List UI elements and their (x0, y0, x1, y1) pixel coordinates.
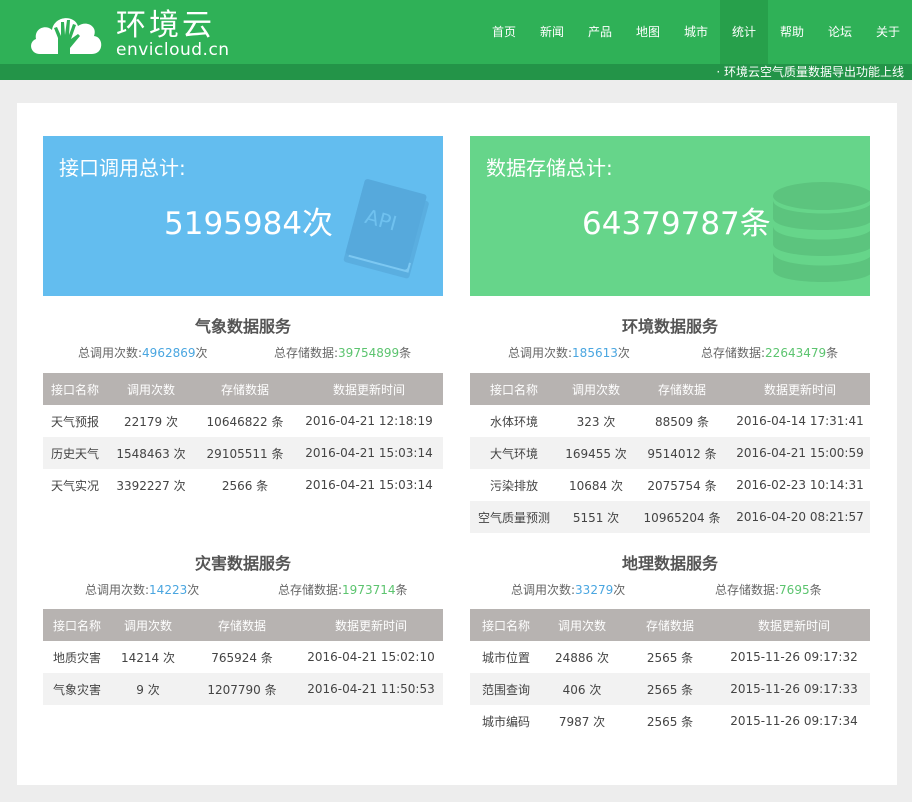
table-row: 历史天气 1548463 次 29105511 条 2016-04-21 15:03:… (43, 437, 443, 469)
environment-table: 接口名称 调用次数 存储数据 数据更新时间 水体环境 323 次 88509 条 20… (470, 373, 870, 533)
cloud-hand-logo-icon (31, 18, 102, 54)
col-header-storage: 存储数据 (634, 373, 730, 405)
col-header-name: 接口名称 (470, 373, 558, 405)
ticker-text[interactable]: · 环境云空气质量数据导出功能上线 (716, 64, 904, 80)
disaster-table: 接口名称 调用次数 存储数据 数据更新时间 地质灾害 14214 次 765924 … (43, 609, 443, 705)
nav-item-map[interactable]: 地图 (624, 0, 672, 66)
table-row: 城市编码 7987 次 2565 条 2015-11-26 09:17:34 (481, 714, 858, 729)
geography-table: 接口名称 调用次数 存储数据 数据更新时间 城市位置 24886 次 2565 条2… (470, 609, 870, 737)
weather-total-storage: 总存储数据:39754899条 (274, 346, 412, 360)
database-icon (773, 182, 870, 282)
col-header-updated: 数据更新时间 (730, 373, 870, 405)
main-nav: 首页 新闻 产品 地图 城市 统计 帮助 论坛 关于 (480, 0, 912, 66)
nav-item-help[interactable]: 帮助 (768, 0, 816, 66)
table-row: 地质灾害 14214 次 765924 条 2016-04-21 15:02:10 (52, 650, 435, 665)
table-header-row: 接口名称 调用次数 存储数据 数据更新时间 (43, 609, 443, 641)
api-calls-card: API 接口调用总计: 5195984次 (43, 136, 443, 296)
brand-name: 环境云 (116, 8, 215, 43)
environment-total-calls: 总调用次数:185613次 (508, 346, 630, 360)
table-row: 空气质量预测 5151 次 10965204 条 2016-04-20 08:21:5… (470, 501, 870, 533)
book-api-icon: API (343, 179, 429, 279)
col-header-storage: 存储数据 (195, 373, 295, 405)
col-header-calls: 调用次数 (107, 373, 195, 405)
disaster-total-calls: 总调用次数:14223次 (85, 583, 200, 597)
col-header-updated: 数据更新时间 (299, 609, 443, 641)
nav-item-home[interactable]: 首页 (480, 0, 528, 66)
col-header-name: 接口名称 (470, 609, 542, 641)
brand-domain: envicloud.cn (116, 40, 230, 60)
nav-item-stats[interactable]: 统计 (720, 0, 768, 66)
geography-total-storage: 总存储数据:7695条 (715, 583, 822, 597)
col-header-calls: 调用次数 (111, 609, 185, 641)
col-header-name: 接口名称 (43, 609, 111, 641)
col-header-updated: 数据更新时间 (718, 609, 870, 641)
col-header-calls: 调用次数 (558, 373, 634, 405)
table-row: 城市位置 24886 次 2565 条 2015-11-26 09:17:32 (481, 650, 858, 665)
col-header-name: 接口名称 (43, 373, 107, 405)
table-row: 天气预报 22179 次 10646822 条 2016-04-21 12:18:19 (50, 414, 433, 429)
nav-item-news[interactable]: 新闻 (528, 0, 576, 66)
api-calls-label: 接口调用总计: (59, 156, 186, 180)
nav-item-forum[interactable]: 论坛 (816, 0, 864, 66)
table-row: 天气实况 3392227 次 2566 条 2016-04-21 15:03:14 (50, 478, 433, 493)
data-storage-card: 数据存储总计: 64379787条 (470, 136, 870, 296)
disaster-total-storage: 总存储数据:1973714条 (278, 583, 408, 597)
nav-item-products[interactable]: 产品 (576, 0, 624, 66)
col-header-storage: 存储数据 (185, 609, 299, 641)
table-header-row: 接口名称 调用次数 存储数据 数据更新时间 (43, 373, 443, 405)
col-header-calls: 调用次数 (542, 609, 622, 641)
storage-value: 64379787条 (582, 206, 771, 242)
weather-total-calls: 总调用次数:4962869次 (78, 346, 208, 360)
table-row: 范围查询 406 次 2565 条 2015-11-26 09:17:33 (470, 673, 870, 705)
table-row: 大气环境 169455 次 9514012 条 2016-04-21 15:00:59 (470, 437, 870, 469)
site-logo[interactable]: 环境云 envicloud.cn (28, 8, 230, 60)
table-row: 水体环境 323 次 88509 条 2016-04-14 17:31:41 (489, 414, 864, 429)
api-calls-value: 5195984次 (164, 206, 334, 242)
table-header-row: 接口名称 调用次数 存储数据 数据更新时间 (470, 373, 870, 405)
table-row: 气象灾害 9 次 1207790 条 2016-04-21 11:50:53 (43, 673, 443, 705)
storage-label: 数据存储总计: (486, 156, 613, 180)
section-title-geography: 地理数据服务 (621, 554, 718, 573)
col-header-storage: 存储数据 (622, 609, 718, 641)
section-title-weather: 气象数据服务 (194, 317, 291, 336)
table-row: 污染排放 10684 次 2075754 条 2016-02-23 10:14:31 (489, 478, 864, 493)
table-header-row: 接口名称 调用次数 存储数据 数据更新时间 (470, 609, 870, 641)
news-ticker: · 环境云空气质量数据导出功能上线 (0, 64, 912, 80)
section-title-disaster: 灾害数据服务 (194, 554, 291, 573)
nav-item-about[interactable]: 关于 (864, 0, 912, 66)
section-title-environment: 环境数据服务 (621, 317, 718, 336)
col-header-updated: 数据更新时间 (295, 373, 443, 405)
top-header: 环境云 envicloud.cn 首页 新闻 产品 地图 城市 统计 帮助 论坛… (0, 0, 912, 66)
weather-table: 接口名称 调用次数 存储数据 数据更新时间 天气预报 22179 次 1064682… (43, 373, 443, 501)
nav-item-city[interactable]: 城市 (672, 0, 720, 66)
geography-total-calls: 总调用次数:33279次 (511, 583, 626, 597)
environment-total-storage: 总存储数据:22643479条 (701, 346, 839, 360)
